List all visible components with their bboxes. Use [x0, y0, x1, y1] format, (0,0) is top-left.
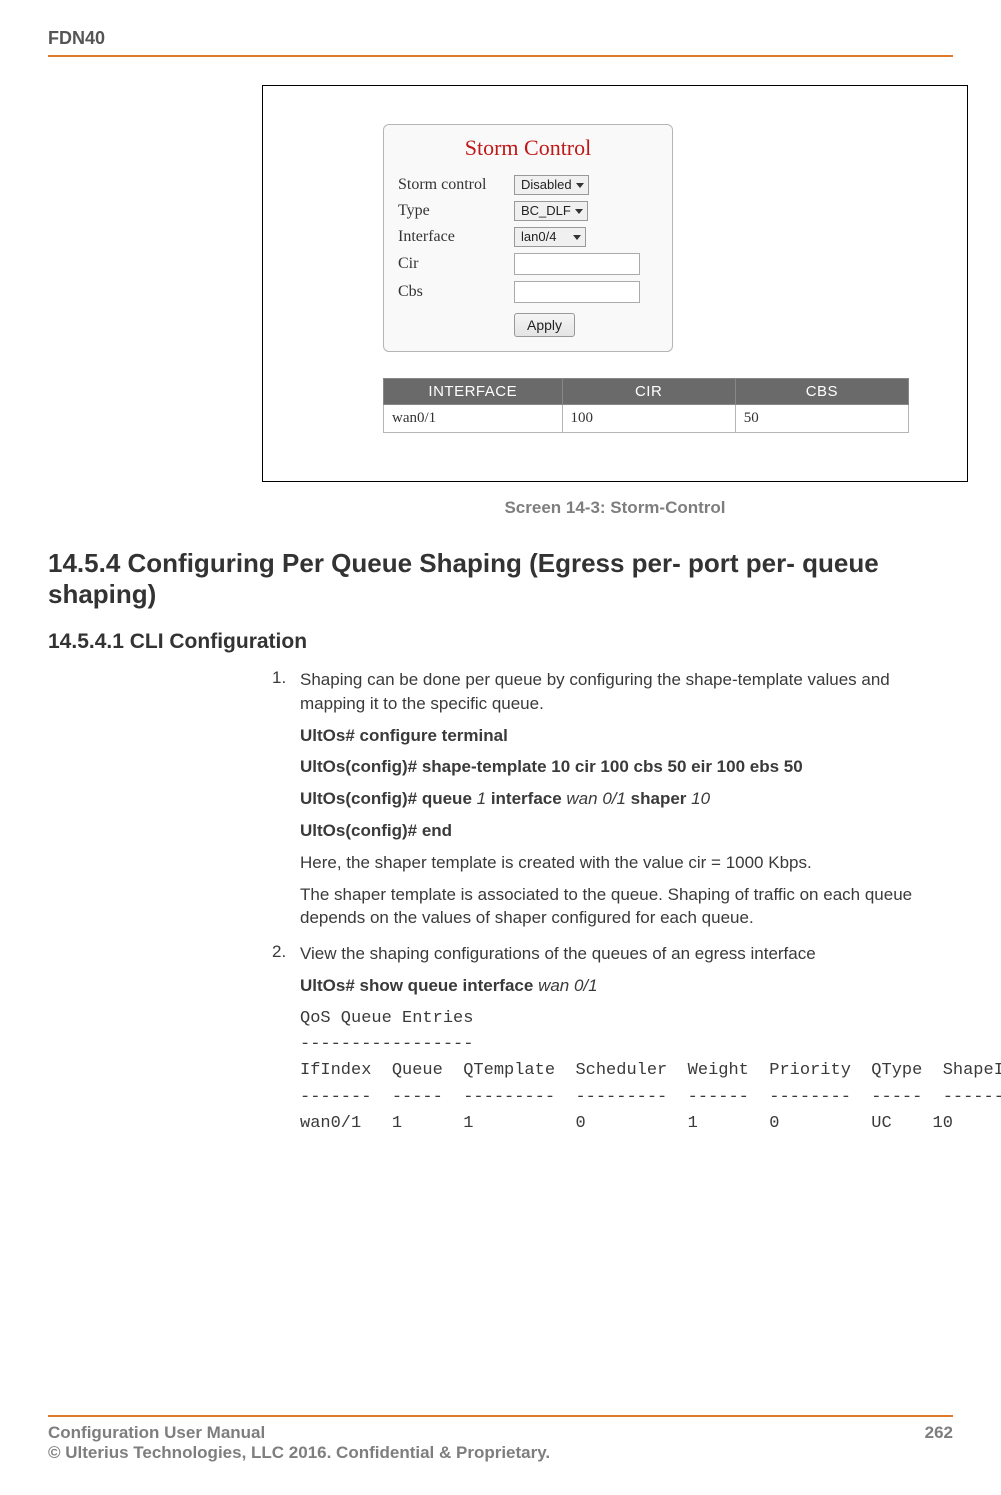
step1-intro: Shaping can be done per queue by configu… — [300, 668, 953, 716]
td-interface: wan0/1 — [384, 405, 563, 433]
storm-control-select[interactable]: Disabled — [514, 175, 589, 195]
footer-copyright: © Ulterius Technologies, LLC 2016. Confi… — [48, 1443, 550, 1463]
cir-label: Cir — [398, 255, 514, 273]
storm-control-panel: Storm Control Storm control Disabled Typ… — [383, 124, 673, 352]
cbs-label: Cbs — [398, 283, 514, 301]
figure-caption: Screen 14-3: Storm-Control — [262, 498, 968, 518]
td-cbs: 50 — [735, 405, 908, 433]
th-interface: INTERFACE — [384, 379, 563, 405]
step2-intro: View the shaping configurations of the q… — [300, 942, 1001, 966]
td-cir: 100 — [562, 405, 735, 433]
th-cir: CIR — [562, 379, 735, 405]
section-heading: 14.5.4 Configuring Per Queue Shaping (Eg… — [48, 548, 953, 610]
header-rule — [48, 55, 953, 57]
cli-cmd: UltOs(config)# queue 1 interface wan 0/1… — [300, 787, 953, 811]
storm-control-table: INTERFACE CIR CBS wan0/1 100 50 — [383, 378, 909, 433]
list-number: 1. — [272, 668, 300, 938]
cli-output: QoS Queue Entries ----------------- IfIn… — [300, 1006, 1001, 1138]
footer-manual-title: Configuration User Manual — [48, 1423, 550, 1443]
interface-select[interactable]: lan0/4 — [514, 227, 586, 247]
storm-control-screenshot: Storm Control Storm control Disabled Typ… — [262, 85, 968, 482]
step1-note: Here, the shaper template is created wit… — [300, 851, 953, 875]
type-label: Type — [398, 202, 514, 220]
panel-title: Storm Control — [398, 135, 658, 161]
list-number: 2. — [272, 942, 300, 1137]
storm-control-label: Storm control — [398, 176, 514, 194]
step1-note: The shaper template is associated to the… — [300, 883, 953, 931]
th-cbs: CBS — [735, 379, 908, 405]
cli-cmd: UltOs# show queue interface wan 0/1 — [300, 974, 1001, 998]
cli-cmd: UltOs(config)# end — [300, 819, 953, 843]
cli-cmd: UltOs(config)# shape-template 10 cir 100… — [300, 755, 953, 779]
cir-input[interactable] — [514, 253, 640, 275]
subsection-heading: 14.5.4.1 CLI Configuration — [48, 630, 953, 654]
page-number: 262 — [925, 1423, 953, 1463]
table-row: wan0/1 100 50 — [384, 405, 909, 433]
footer-rule — [48, 1415, 953, 1417]
cbs-input[interactable] — [514, 281, 640, 303]
apply-button[interactable]: Apply — [514, 313, 575, 337]
doc-id: FDN40 — [48, 28, 953, 49]
cli-cmd: UltOs# configure terminal — [300, 724, 953, 748]
interface-label: Interface — [398, 228, 514, 246]
type-select[interactable]: BC_DLF — [514, 201, 588, 221]
